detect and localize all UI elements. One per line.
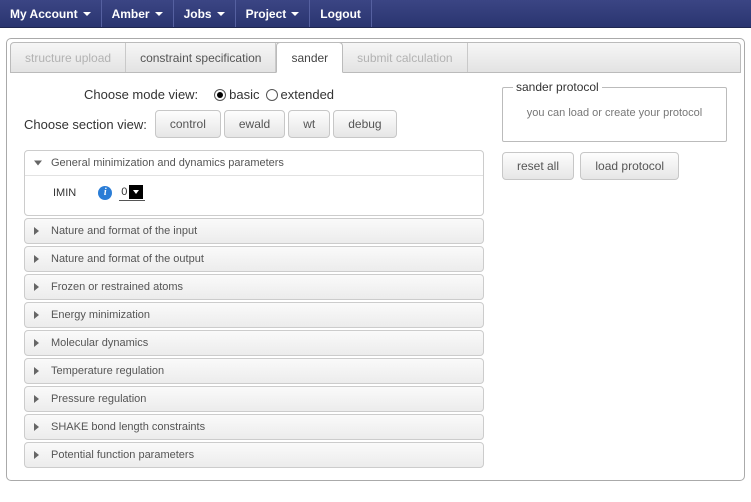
protocol-message: you can load or create your protocol	[513, 104, 716, 123]
radio-basic[interactable]	[214, 89, 226, 101]
radio-label: extended	[281, 87, 335, 102]
protocol-legend: sander protocol	[513, 80, 602, 94]
accordion-header[interactable]: Frozen or restrained atoms	[25, 275, 483, 299]
param-dropdown[interactable]: 0	[119, 184, 145, 201]
tab-label: submit calculation	[357, 51, 452, 65]
nav-label: My Account	[10, 7, 78, 21]
accordion-item: SHAKE bond length constraints	[24, 414, 484, 440]
chevron-down-icon	[155, 12, 163, 16]
tab-submit-calculation[interactable]: submit calculation	[343, 43, 467, 72]
tab-label: sander	[291, 51, 328, 65]
accordion-header[interactable]: General minimization and dynamics parame…	[25, 151, 483, 175]
accordion-item: Pressure regulation	[24, 386, 484, 412]
tab-structure-upload[interactable]: structure upload	[11, 43, 126, 72]
accordion-item: Molecular dynamics	[24, 330, 484, 356]
accordion-header[interactable]: SHAKE bond length constraints	[25, 415, 483, 439]
mode-view-label: Choose mode view:	[84, 87, 198, 102]
accordion-header[interactable]: Temperature regulation	[25, 359, 483, 383]
chevron-down-icon	[83, 12, 91, 16]
nav-jobs[interactable]: Jobs	[174, 0, 236, 27]
accordion-header[interactable]: Nature and format of the input	[25, 219, 483, 243]
accordion-header[interactable]: Molecular dynamics	[25, 331, 483, 355]
nav-label: Logout	[320, 7, 361, 21]
section-ewald-button[interactable]: ewald	[224, 110, 285, 138]
param-name: IMIN	[53, 187, 76, 199]
accordion-item: Frozen or restrained atoms	[24, 274, 484, 300]
nav-project[interactable]: Project	[236, 0, 311, 27]
accordion-item: General minimization and dynamics parame…	[24, 150, 484, 216]
section-debug-button[interactable]: debug	[333, 110, 396, 138]
accordion-item: Temperature regulation	[24, 358, 484, 384]
tab-label: structure upload	[25, 51, 111, 65]
nav-my-account[interactable]: My Account	[0, 0, 102, 27]
accordion: General minimization and dynamics parame…	[24, 150, 484, 468]
navbar: My Account Amber Jobs Project Logout	[0, 0, 751, 28]
protocol-panel: sander protocol you can load or create y…	[502, 87, 727, 142]
page-panel: structure upload constraint specificatio…	[6, 38, 745, 481]
load-protocol-button[interactable]: load protocol	[580, 152, 679, 180]
param-value: 0	[121, 186, 127, 198]
accordion-header[interactable]: Potential function parameters	[25, 443, 483, 467]
accordion-header[interactable]: Nature and format of the output	[25, 247, 483, 271]
nav-label: Project	[246, 7, 287, 21]
section-wt-button[interactable]: wt	[288, 110, 330, 138]
accordion-item: Energy minimization	[24, 302, 484, 328]
chevron-down-icon	[129, 185, 143, 199]
radio-extended[interactable]	[266, 89, 278, 101]
tab-constraint-specification[interactable]: constraint specification	[126, 43, 276, 72]
radio-label: basic	[229, 87, 259, 102]
tab-sander[interactable]: sander	[276, 42, 343, 73]
accordion-item: Nature and format of the input	[24, 218, 484, 244]
nav-label: Jobs	[184, 7, 212, 21]
accordion-item: Nature and format of the output	[24, 246, 484, 272]
accordion-header[interactable]: Energy minimization	[25, 303, 483, 327]
accordion-item: Potential function parameters	[24, 442, 484, 468]
chevron-down-icon	[217, 12, 225, 16]
tabstrip: structure upload constraint specificatio…	[10, 42, 741, 73]
accordion-header[interactable]: Pressure regulation	[25, 387, 483, 411]
reset-all-button[interactable]: reset all	[502, 152, 574, 180]
nav-logout[interactable]: Logout	[310, 0, 372, 27]
chevron-down-icon	[291, 12, 299, 16]
nav-amber[interactable]: Amber	[102, 0, 174, 27]
nav-label: Amber	[112, 7, 150, 21]
info-icon[interactable]: i	[98, 186, 112, 200]
tab-label: constraint specification	[140, 51, 261, 65]
section-view-label: Choose section view:	[24, 117, 147, 132]
section-control-button[interactable]: control	[155, 110, 221, 138]
